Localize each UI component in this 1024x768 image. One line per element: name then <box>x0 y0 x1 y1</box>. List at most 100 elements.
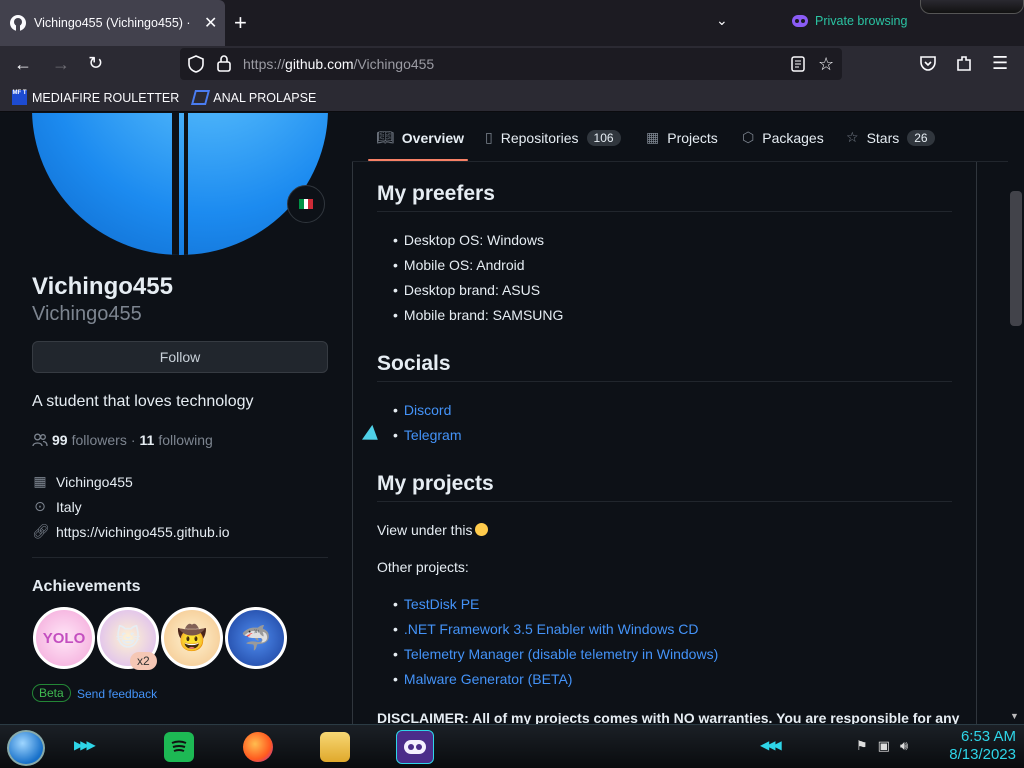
tab-repositories[interactable]: ▯ Repositories 106 <box>485 129 621 146</box>
telegram-link[interactable]: Telegram <box>404 427 462 443</box>
profile-website[interactable]: 🔗︎ https://vichingo455.github.io <box>32 523 230 540</box>
scrollbar-thumb[interactable] <box>1010 191 1022 326</box>
smiley-icon <box>475 523 489 536</box>
github-icon <box>10 15 26 31</box>
chevron-down-icon[interactable]: ⌄ <box>716 12 728 29</box>
taskbar-decoration: ▶▶▶ <box>74 738 96 752</box>
star-icon: ☆ <box>846 129 859 145</box>
firefox-private-icon[interactable] <box>396 730 434 764</box>
stars-count: 26 <box>907 129 935 146</box>
lock-icon[interactable] <box>217 55 231 77</box>
achievement-multiplier: x2 <box>130 652 157 670</box>
repositories-count: 106 <box>586 129 621 146</box>
menu-icon[interactable]: ☰ <box>992 53 1008 74</box>
back-icon[interactable]: ← <box>14 54 32 75</box>
action-center-flag-icon[interactable]: ⚑ <box>856 738 868 754</box>
tab-projects[interactable]: ▦ Projects <box>646 129 718 146</box>
file-explorer-icon[interactable] <box>320 732 350 762</box>
section-title-projects: My projects <box>377 472 494 495</box>
forward-icon[interactable]: → <box>52 54 70 75</box>
clock-time: 6:53 AM <box>960 728 1016 745</box>
following-count: 11 <box>139 432 155 448</box>
list-item: Mobile OS: Android <box>393 257 525 273</box>
follow-button[interactable]: Follow <box>32 341 328 373</box>
profile-company: ▦ Vichingo455 <box>32 473 133 490</box>
start-button[interactable] <box>7 730 45 766</box>
tab-label: Stars <box>866 129 900 146</box>
company-text: Vichingo455 <box>56 473 133 490</box>
status-italy-flag-icon[interactable] <box>287 185 325 223</box>
profile-bio: A student that loves technology <box>32 393 254 410</box>
system-clock[interactable]: 6:53 AM 8/13/2023 <box>932 728 1016 764</box>
firefox-icon[interactable] <box>243 732 273 762</box>
table-icon: ▦ <box>646 129 660 145</box>
list-item: Discord <box>393 402 451 418</box>
extensions-icon[interactable] <box>956 55 972 77</box>
list-item: Desktop OS: Windows <box>393 232 544 248</box>
beta-badge: Beta <box>32 684 71 702</box>
reload-icon[interactable]: ↻ <box>88 53 103 74</box>
project-link[interactable]: .NET Framework 3.5 Enabler with Windows … <box>404 621 699 637</box>
window-decoration <box>920 0 1024 14</box>
clock-date: 8/13/2023 <box>949 746 1016 763</box>
avatar[interactable] <box>32 113 328 255</box>
bookmark-second[interactable]: ANAL PROLAPSE <box>191 90 317 105</box>
close-tab-icon[interactable]: ✕ <box>204 13 217 33</box>
project-link[interactable]: TestDisk PE <box>404 596 479 612</box>
list-item: TestDisk PE <box>393 596 479 612</box>
pull-shark-achievement-icon[interactable]: 🦈 <box>225 607 287 669</box>
spotify-icon[interactable] <box>164 732 194 762</box>
following-link[interactable]: 11 following <box>140 432 213 448</box>
list-item: Mobile brand: SAMSUNG <box>393 307 564 323</box>
private-browsing-label: Private browsing <box>815 14 908 28</box>
divider <box>377 211 952 212</box>
bookmark-star-icon[interactable]: ☆ <box>818 54 834 75</box>
profile-location: ⊙ Italy <box>32 498 82 515</box>
list-item: Telegram <box>393 427 462 443</box>
browser-tab[interactable]: Vichingo455 (Vichingo455) · GitHub ✕ <box>0 0 225 46</box>
divider <box>377 381 952 382</box>
system-tray: ⚑ ▣ 🔊︎ <box>856 738 908 754</box>
github-profile-page: Vichingo455 Vichingo455 Follow A student… <box>0 113 1024 724</box>
divider <box>377 501 952 502</box>
discord-link[interactable]: Discord <box>404 402 451 418</box>
shield-icon[interactable] <box>188 55 204 78</box>
url-text[interactable]: https://github.com/Vichingo455 <box>243 56 434 72</box>
project-link[interactable]: Malware Generator (BETA) <box>404 671 573 687</box>
new-tab-icon[interactable]: + <box>234 10 247 36</box>
private-mask-icon <box>792 15 808 27</box>
bookmark-mediafire[interactable]: MF T MEDIAFIRE ROULETTER <box>12 90 179 105</box>
people-icon <box>32 433 48 447</box>
followers-label: followers <box>71 432 127 448</box>
tab-label: Projects <box>667 129 718 146</box>
section-title-socials: Socials <box>377 352 451 375</box>
volume-icon[interactable]: 🔊︎ <box>900 738 908 754</box>
location-pin-icon: ⊙ <box>34 498 46 514</box>
url-path: /Vichingo455 <box>353 56 435 72</box>
browser-tab-bar: Vichingo455 (Vichingo455) · GitHub ✕ + ⌄… <box>0 0 1024 46</box>
divider <box>32 557 328 558</box>
list-item: Telemetry Manager (disable telemetry in … <box>393 646 718 662</box>
repo-icon: ▯ <box>485 129 493 145</box>
tab-packages[interactable]: ⬡ Packages <box>742 129 824 146</box>
website-link[interactable]: https://vichingo455.github.io <box>56 524 230 540</box>
tab-overview[interactable]: 📖︎ Overview <box>376 129 464 146</box>
tab-stars[interactable]: ☆ Stars 26 <box>846 129 935 146</box>
reader-view-icon[interactable] <box>791 56 805 77</box>
profile-name: Vichingo455 <box>32 273 173 300</box>
bookmark-label: ANAL PROLAPSE <box>213 90 317 105</box>
achievements-title[interactable]: Achievements <box>32 578 141 596</box>
quickdraw-achievement-icon[interactable]: 🤠 <box>161 607 223 669</box>
followers-link[interactable]: 99 followers <box>52 432 127 448</box>
mediafire-icon: MF T <box>12 90 27 105</box>
project-link[interactable]: Telemetry Manager (disable telemetry in … <box>404 646 718 662</box>
yolo-achievement-icon[interactable]: YOLO <box>33 607 95 669</box>
scroll-down-arrow-icon[interactable]: ▼ <box>1010 711 1019 721</box>
network-icon[interactable]: ▣ <box>878 738 890 754</box>
active-tab-indicator <box>368 159 468 161</box>
followers-count: 99 <box>52 432 68 448</box>
book-icon: 📖︎ <box>376 129 394 145</box>
send-feedback-link[interactable]: Send feedback <box>77 687 157 701</box>
bookmark-label: MEDIAFIRE ROULETTER <box>32 90 180 105</box>
pocket-icon[interactable] <box>920 56 936 76</box>
